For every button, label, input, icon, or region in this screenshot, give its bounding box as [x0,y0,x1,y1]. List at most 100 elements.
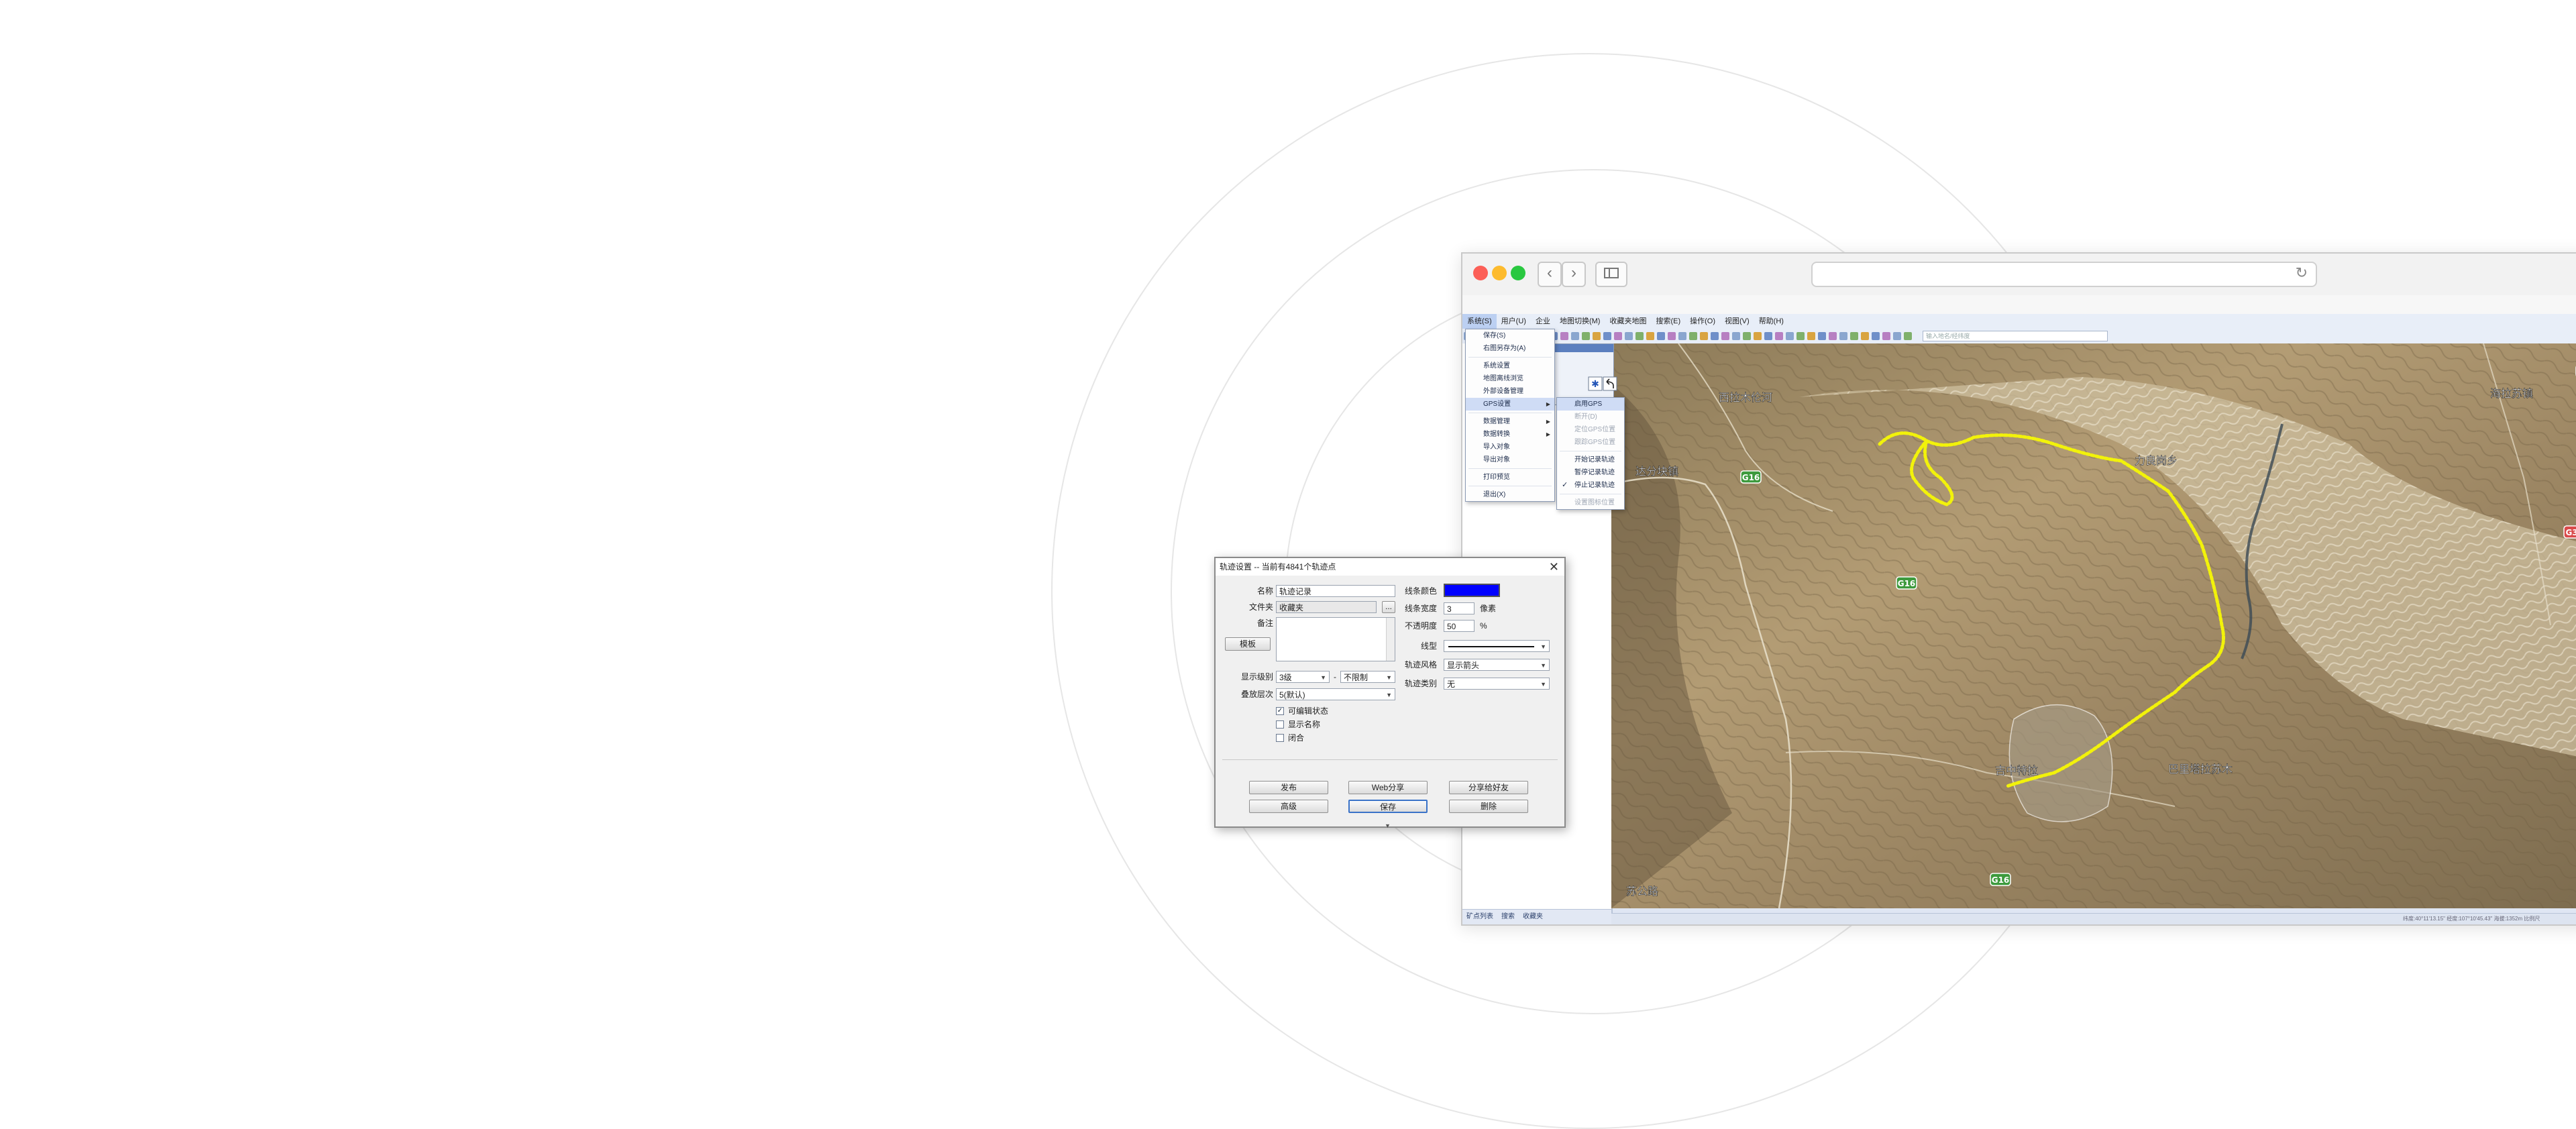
closed-checkbox[interactable] [1276,734,1284,742]
toolbar-tool-icon[interactable] [1593,332,1601,340]
toolbar-tool-icon[interactable] [1775,332,1783,340]
toolbar-tool-icon[interactable] [1582,332,1590,340]
folder-browse-button[interactable]: ... [1382,601,1395,613]
resize-grip-icon[interactable]: ▼ [1385,822,1391,829]
show-name-checkbox[interactable] [1276,720,1284,729]
toolbar-tool-icon[interactable] [1721,332,1729,340]
system-menu-item[interactable]: 保存(S) [1466,329,1554,342]
system-menu-item[interactable]: 导入对象 [1466,441,1554,453]
template-button[interactable]: 模板 [1225,637,1271,651]
display-level-min-select[interactable]: 3级 ▼ [1276,671,1330,683]
toolbar-tool-icon[interactable] [1678,332,1686,340]
gps-menu-item[interactable]: ✓ 停止记录轨迹 [1557,479,1624,492]
toolbar-tool-icon[interactable] [1818,332,1826,340]
toolbar-tool-icon[interactable] [1786,332,1794,340]
note-textarea[interactable] [1276,617,1395,661]
menu-item-label: 数据转换 [1483,431,1510,438]
share-friend-button[interactable]: 分享给好友 [1449,781,1528,794]
name-input[interactable]: 轨迹记录 [1276,585,1395,597]
system-menu-item[interactable]: 打印预览 [1466,471,1554,484]
menu-item[interactable]: 收藏夹地图 [1605,314,1651,329]
toolbar-tool-icon[interactable] [1571,332,1579,340]
gps-menu-item[interactable]: 启用GPS [1557,398,1624,411]
toolbar-tool-icon[interactable] [1872,332,1880,340]
toolbar-tool-icon[interactable] [1764,332,1772,340]
system-menu-item[interactable]: 系统设置 [1466,360,1554,372]
track-type-select[interactable]: 无 ▼ [1444,678,1550,690]
menu-item[interactable]: 用户(U) [1497,314,1531,329]
toolbar-tool-icon[interactable] [1646,332,1654,340]
toolbar-tool-icon[interactable] [1635,332,1644,340]
gps-menu-item[interactable]: 暂停记录轨迹 [1557,466,1624,479]
menu-item[interactable]: 帮助(H) [1754,314,1788,329]
undo-icon[interactable] [1603,376,1617,391]
toolbar-tool-icon[interactable] [1893,332,1901,340]
back-button[interactable]: ‹ [1538,262,1562,287]
map-canvas[interactable]: 西拉木伦河达分块镇 力良岗乡 海拉苏镇吉中特拉 巴里塔拉苏木苏公路 G16 G16 G16 G… [1611,343,2576,908]
toolbar-tool-icon[interactable] [1861,332,1869,340]
toolbar-tool-icon[interactable] [1625,332,1633,340]
system-menu-item[interactable]: 导出对象 [1466,453,1554,466]
editable-checkbox[interactable]: ✓ [1276,707,1284,715]
system-menu-item[interactable]: 数据管理 ▶ [1466,415,1554,428]
left-panel-tab[interactable]: 搜索 [1497,910,1519,924]
track-style-select[interactable]: 显示箭头 ▼ [1444,659,1550,671]
close-icon[interactable]: ✕ [1549,558,1559,576]
save-button[interactable]: 保存 [1348,800,1428,813]
toolbar-tool-icon[interactable] [1700,332,1708,340]
system-menu-item[interactable]: GPS设置 ▶ [1466,398,1554,411]
menu-item[interactable]: 企业 [1531,314,1555,329]
toolbar-tool-icon[interactable] [1807,332,1815,340]
menu-item[interactable]: 搜索(E) [1651,314,1685,329]
left-panel-tab[interactable]: 矿点列表 [1462,910,1497,924]
reload-icon[interactable]: ↻ [2296,264,2308,282]
toolbar-tool-icon[interactable] [1732,332,1740,340]
delete-button[interactable]: 删除 [1449,800,1528,813]
toolbar-tool-icon[interactable] [1560,332,1568,340]
forward-button[interactable]: › [1562,262,1586,287]
overlay-select[interactable]: 5(默认) ▼ [1276,688,1395,700]
toolbar-tool-icon[interactable] [1743,332,1751,340]
left-panel-tab[interactable]: 收藏夹 [1519,910,1547,924]
menu-item[interactable]: 地图切换(M) [1555,314,1605,329]
toolbar-tool-icon[interactable] [1904,332,1912,340]
address-bar[interactable]: ↻ [1811,262,2317,287]
textarea-scrollbar[interactable] [1386,618,1395,661]
toolbar-tool-icon[interactable] [1796,332,1805,340]
line-type-select[interactable]: ▼ [1444,640,1550,652]
toolbar-tool-icon[interactable] [1711,332,1719,340]
menu-item[interactable]: 操作(O) [1685,314,1720,329]
web-share-button[interactable]: Web分享 [1348,781,1428,794]
map-search-input[interactable]: 输入地名/经纬度 [1923,331,2108,341]
toolbar-tool-icon[interactable] [1850,332,1858,340]
minimize-window-button[interactable] [1492,266,1507,280]
zoom-window-button[interactable] [1511,266,1525,280]
line-color-swatch[interactable] [1444,584,1500,597]
opacity-input[interactable]: 50 [1444,620,1474,632]
system-menu-item[interactable]: 地图离线浏览 [1466,372,1554,385]
toolbar-tool-icon[interactable] [1839,332,1847,340]
system-menu-item[interactable]: 退出(X) [1466,488,1554,501]
gps-menu-item[interactable]: 开始记录轨迹 [1557,453,1624,466]
close-window-button[interactable] [1473,266,1488,280]
pin-tool-icon[interactable]: ✱ [1588,376,1603,391]
system-menu-item[interactable]: 数据转换 ▶ [1466,428,1554,441]
toolbar-tool-icon[interactable] [1829,332,1837,340]
toolbar-tool-icon[interactable] [1882,332,1890,340]
publish-button[interactable]: 发布 [1249,781,1328,794]
toolbar-tool-icon[interactable] [1657,332,1665,340]
toolbar-tool-icon[interactable] [1614,332,1622,340]
toolbar-tool-icon[interactable] [1668,332,1676,340]
toolbar-tool-icon[interactable] [1603,332,1611,340]
satellite-map[interactable]: 西拉木伦河 达分块镇 力良岗乡 海拉苏镇 吉中特拉 巴里塔拉苏木 苏公路 G16 G16 G16 G… [1611,343,2576,914]
menu-item[interactable]: 系统(S) [1462,314,1497,329]
menu-item[interactable]: 视图(V) [1720,314,1754,329]
display-level-max-select[interactable]: 不限制 ▼ [1340,671,1395,683]
toolbar-tool-icon[interactable] [1754,332,1762,340]
line-width-input[interactable]: 3 [1444,602,1474,614]
system-menu-item[interactable]: 右图另存为(A) [1466,342,1554,355]
toolbar-tool-icon[interactable] [1689,332,1697,340]
advanced-button[interactable]: 高级 [1249,800,1328,813]
sidebar-toggle-button[interactable] [1595,262,1627,287]
system-menu-item[interactable]: 外部设备管理 [1466,385,1554,398]
